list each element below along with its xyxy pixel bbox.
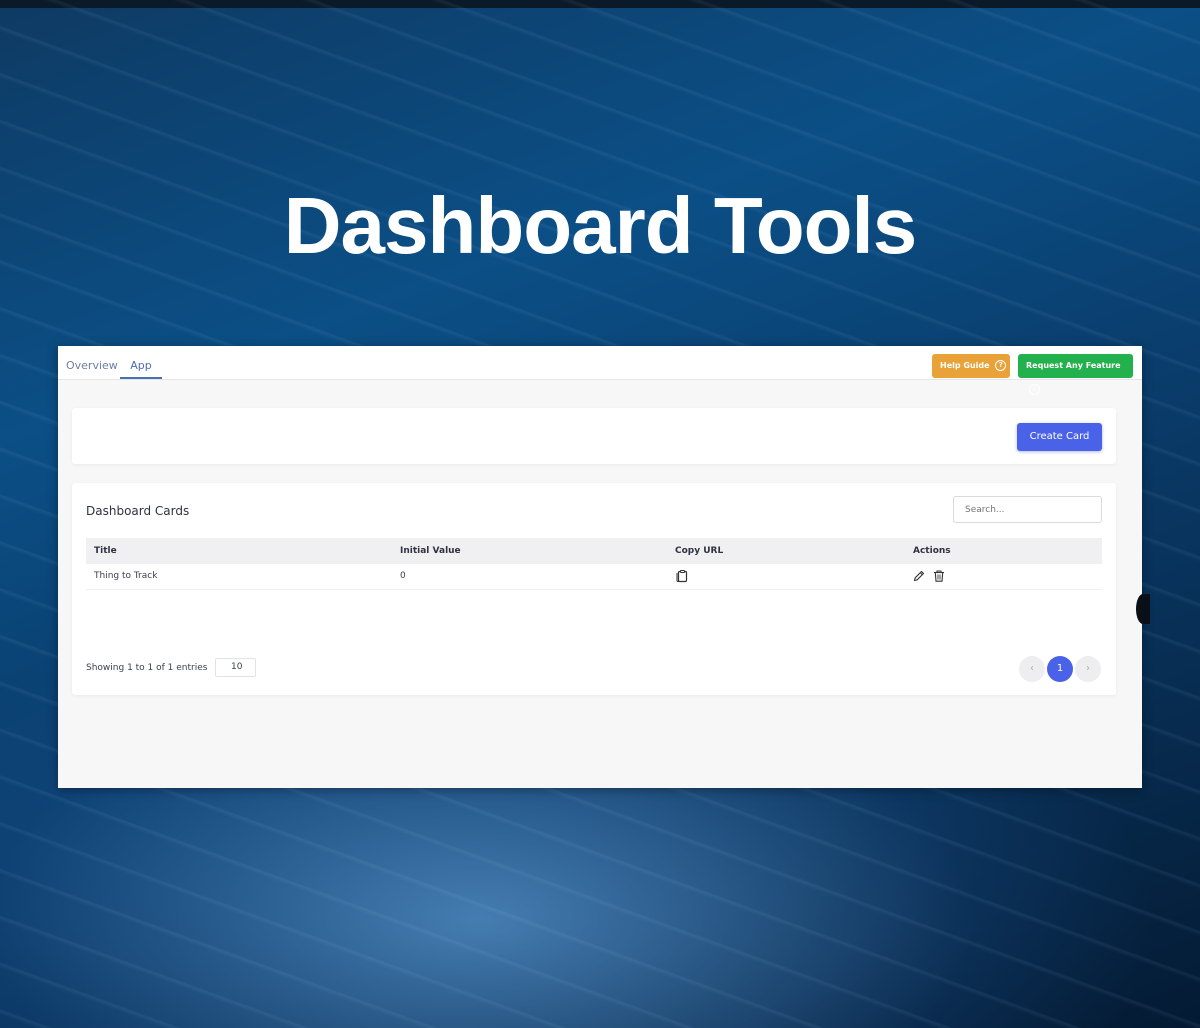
create-card-button[interactable]: Create Card (1017, 423, 1102, 451)
pagination-page-1[interactable]: 1 (1047, 656, 1073, 682)
cell-title: Thing to Track (94, 571, 158, 581)
actions-card: Create Card (72, 408, 1116, 464)
cell-initial-value: 0 (400, 571, 406, 581)
top-strip (0, 0, 1200, 8)
pagination-prev-button[interactable]: ‹ (1019, 656, 1045, 682)
copy-icon[interactable] (675, 569, 689, 583)
help-guide-button[interactable]: Help Guide ? (932, 354, 1010, 378)
tab-bar: Overview App Help Guide ? Request Any Fe… (58, 346, 1142, 395)
question-circle-icon: ? (995, 360, 1007, 371)
pagination-next-button[interactable]: › (1075, 656, 1101, 682)
request-feature-button[interactable]: Request Any Feature ! (1018, 354, 1133, 395)
search-input[interactable] (953, 496, 1102, 523)
column-header-title[interactable]: Title (94, 546, 117, 556)
help-guide-label: Help Guide (940, 361, 990, 370)
table-row: Thing to Track 0 (86, 564, 1102, 590)
trash-icon[interactable] (932, 569, 946, 583)
active-tab-indicator (120, 377, 162, 379)
edge-handle (1136, 594, 1150, 624)
request-feature-label: Request Any Feature (1026, 361, 1121, 370)
column-header-initial-value[interactable]: Initial Value (400, 546, 461, 556)
page-length-select[interactable]: 10 (215, 658, 256, 677)
tab-overview[interactable]: Overview (66, 359, 118, 372)
column-header-copy-url[interactable]: Copy URL (675, 546, 723, 556)
edit-icon[interactable] (912, 569, 926, 583)
tab-app[interactable]: App (120, 359, 162, 372)
entries-info: Showing 1 to 1 of 1 entries (86, 663, 208, 673)
hero-title: Dashboard Tools (283, 181, 917, 270)
dashboard-cards-panel: Dashboard Cards Title Initial Value Copy… (72, 483, 1116, 695)
column-header-actions: Actions (913, 546, 951, 556)
app-panel: Overview App Help Guide ? Request Any Fe… (58, 346, 1142, 788)
table-header: Title Initial Value Copy URL Actions (86, 538, 1102, 564)
exclamation-circle-icon: ! (1029, 384, 1040, 395)
panel-title: Dashboard Cards (86, 504, 190, 518)
